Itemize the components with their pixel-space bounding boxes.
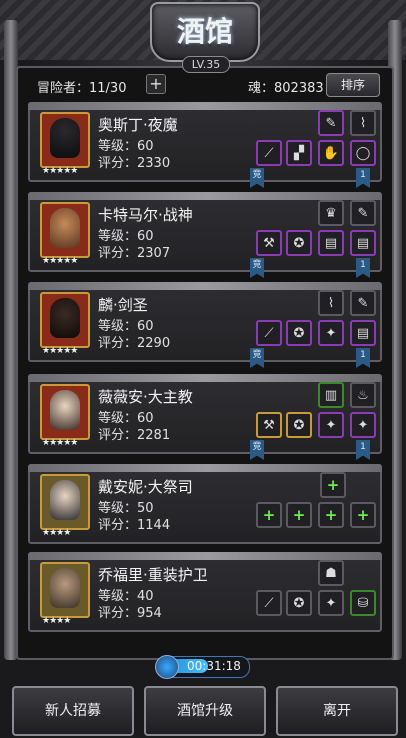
feather-icon[interactable]: ✎: [318, 110, 344, 136]
hero-stars: ★★★★★: [42, 166, 78, 176]
hero-card[interactable]: ★★★★ 戴安妮·大祭司 等级：50 评分：1144 + + + + +: [28, 464, 382, 544]
cloak-icon[interactable]: ⌇: [350, 110, 376, 136]
hero-score: 评分：2307: [98, 246, 171, 261]
hero-portrait-avatar: [40, 384, 90, 440]
add-slot-icon[interactable]: +: [320, 472, 346, 498]
add-slot-icon[interactable]: +: [286, 502, 312, 528]
hero-card[interactable]: ★★★★★ 奥斯丁·夜魔 等级：60 评分：2330 ✎ ⌇ ⟋ ▞ ✋ ◯: [28, 102, 382, 182]
add-slot-icon[interactable]: +: [256, 502, 282, 528]
warrior-face-icon: [50, 208, 80, 248]
soul-count: 魂：802383: [248, 81, 324, 96]
sword-icon[interactable]: ⟋: [256, 320, 282, 346]
potion-icon[interactable]: ♨: [350, 382, 376, 408]
knight-helmet-icon: [50, 118, 80, 158]
hero-name: 麟·剑圣: [98, 296, 148, 314]
cloak-icon[interactable]: ⌇: [318, 290, 344, 316]
hero-stars: ★★★★★: [42, 256, 78, 266]
hero-score: 评分：2281: [98, 428, 171, 443]
hero-stars: ★★★★★: [42, 438, 78, 448]
hero-name: 乔福里·重装护卫: [98, 566, 208, 584]
hero-portrait-avatar: [40, 474, 90, 530]
hero-card[interactable]: ★★★★★ 薇薇安·大主教 等级：60 评分：2281 ▥ ♨ ⚒ ✪ ✦ ✦: [28, 374, 382, 454]
hero-portrait-avatar: [40, 112, 90, 168]
hero-card[interactable]: ★★★★★ 卡特马尔·战神 等级：60 评分：2307 ♛ ✎ ⚒ ✪ ▤ ▤: [28, 192, 382, 272]
add-adventurer-button[interactable]: +: [146, 74, 166, 94]
gem-icon[interactable]: ✦: [350, 412, 376, 438]
priestess-face-icon: [50, 390, 80, 430]
feather-icon[interactable]: ✎: [350, 290, 376, 316]
hero-name: 戴安妮·大祭司: [98, 478, 193, 496]
leave-button[interactable]: 离开: [276, 686, 398, 736]
scroll-icon[interactable]: ▤: [350, 320, 376, 346]
trophy-icon[interactable]: ♛: [318, 200, 344, 226]
barrel-icon[interactable]: ⛁: [350, 590, 376, 616]
nun-face-icon: [50, 480, 80, 520]
book-icon[interactable]: ▥: [318, 382, 344, 408]
hero-score: 评分：2330: [98, 156, 171, 171]
hero-portrait-avatar: [40, 202, 90, 258]
dagger-icon[interactable]: ⟋: [256, 140, 282, 166]
blade-icon[interactable]: ⟋: [256, 590, 282, 616]
hero-name: 薇薇安·大主教: [98, 388, 193, 406]
armor-icon[interactable]: ✪: [286, 590, 312, 616]
staff-icon[interactable]: ⚒: [256, 412, 282, 438]
tavern-refresh-timer: 00:31:18: [155, 655, 250, 679]
title-plate: 酒馆: [150, 2, 260, 62]
hero-score: 评分：2290: [98, 336, 171, 351]
hero-name: 卡特马尔·战神: [98, 206, 193, 224]
hero-stars: ★★★★★: [42, 346, 78, 356]
ring-icon[interactable]: ◯: [350, 140, 376, 166]
sort-button[interactable]: 排序: [326, 73, 380, 97]
axe-icon[interactable]: ⚒: [256, 230, 282, 256]
hero-card[interactable]: ★★★★ 乔福里·重装护卫 等级：40 评分：954 ☗ ⟋ ✪ ✦ ⛁: [28, 552, 382, 632]
armor-icon[interactable]: ✪: [286, 230, 312, 256]
hero-stars: ★★★★: [42, 528, 71, 538]
add-slot-icon[interactable]: +: [318, 502, 344, 528]
feather-icon[interactable]: ✎: [350, 200, 376, 226]
hero-name: 奥斯丁·夜魔: [98, 116, 178, 134]
add-slot-icon[interactable]: +: [350, 502, 376, 528]
gem-icon[interactable]: ✦: [318, 412, 344, 438]
guard-face-icon: [50, 568, 80, 608]
clock-icon: [155, 655, 179, 679]
adventurer-count: 冒险者：11/30: [37, 81, 127, 96]
armor-icon[interactable]: ▞: [286, 140, 312, 166]
timer-text: 00:31:18: [187, 659, 241, 673]
hero-portrait-avatar: [40, 292, 90, 348]
hero-stars: ★★★★: [42, 616, 71, 626]
hero-portrait-avatar: [40, 562, 90, 618]
armor-icon[interactable]: ✪: [286, 412, 312, 438]
page-title: 酒馆: [176, 15, 233, 48]
scroll-icon[interactable]: ▤: [350, 230, 376, 256]
helmet-icon[interactable]: ☗: [318, 560, 344, 586]
swordsman-face-icon: [50, 298, 80, 338]
recruit-button[interactable]: 新人招募: [12, 686, 134, 736]
hero-score: 评分：954: [98, 606, 162, 621]
gauntlet-icon[interactable]: ✋: [318, 140, 344, 166]
hero-card[interactable]: ★★★★★ 麟·剑圣 等级：60 评分：2290 ⌇ ✎ ⟋ ✪ ✦ ▤: [28, 282, 382, 362]
tavern-level-badge: LV.35: [182, 56, 230, 73]
gem-icon[interactable]: ✦: [318, 320, 344, 346]
armor-icon[interactable]: ✪: [286, 320, 312, 346]
hero-score: 评分：1144: [98, 518, 171, 533]
scroll-icon[interactable]: ▤: [318, 230, 344, 256]
gem-icon[interactable]: ✦: [318, 590, 344, 616]
upgrade-tavern-button[interactable]: 酒馆升级: [144, 686, 266, 736]
